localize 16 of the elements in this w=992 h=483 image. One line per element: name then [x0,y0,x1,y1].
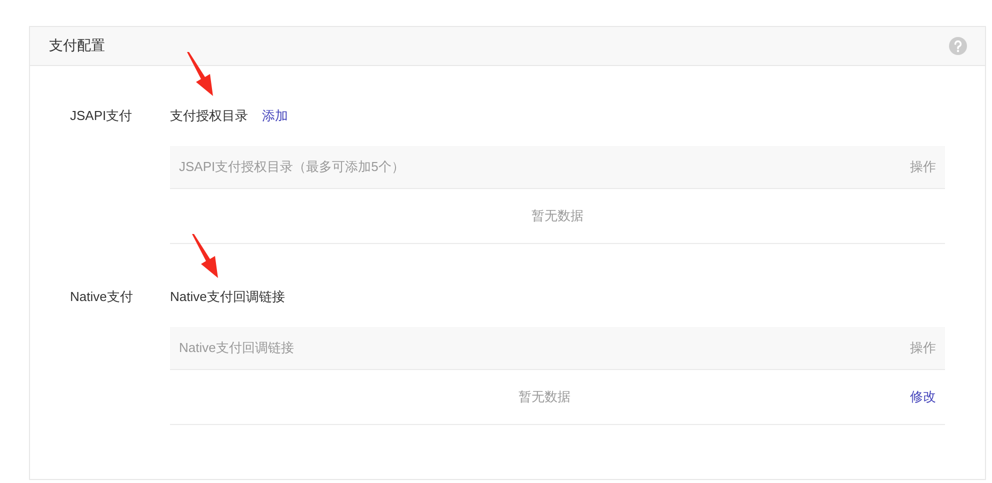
section-heading: 支付授权目录 [170,107,248,125]
help-icon[interactable] [949,37,967,55]
section-heading: Native支付回调链接 [170,288,285,306]
column-header: 操作 [910,339,936,357]
add-link[interactable]: 添加 [262,107,288,125]
section-label: Native支付 [70,288,134,306]
column-header: Native支付回调链接 [179,339,294,357]
arrow-icon [187,52,213,96]
empty-message: 暂无数据 [518,388,572,406]
column-header: JSAPI支付授权目录（最多可添加5个） [179,158,404,176]
edit-link[interactable]: 修改 [910,388,936,406]
empty-message: 暂无数据 [530,207,584,225]
section-label: JSAPI支付 [70,107,134,125]
panel-title: 支付配置 [49,37,105,55]
column-header: 操作 [910,158,936,176]
arrow-icon [192,234,218,278]
